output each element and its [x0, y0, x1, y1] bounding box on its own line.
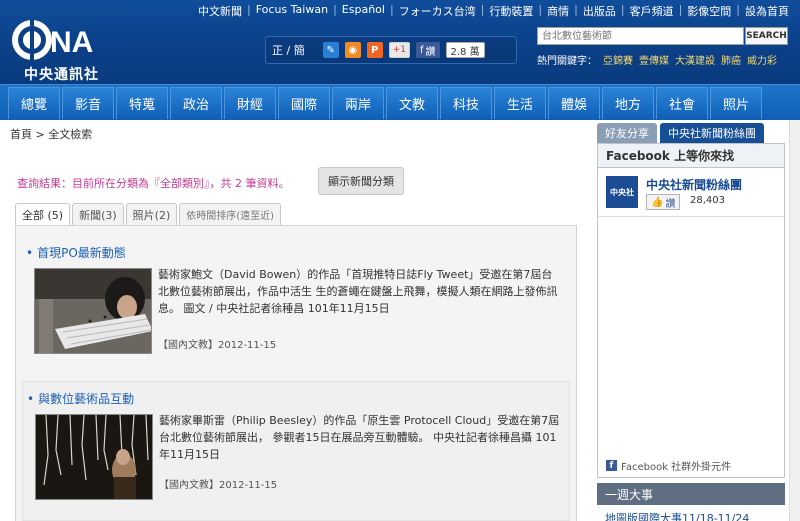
main-nav: 總覽 影音 特蒐 政治 財經 國際 兩岸 文教 科技 生活 體娛 地方 社會 照…: [0, 84, 800, 120]
tab-news[interactable]: 新聞(3): [72, 203, 124, 225]
result-item: • 首現PO最新動態 藝術家鮑文（David Bowen）的作品「首現推特日誌Fl…: [22, 236, 570, 371]
nav-item-local[interactable]: 地方: [602, 87, 654, 119]
tab-friend-share[interactable]: 好友分享: [597, 123, 657, 143]
query-result-text: 查詢結果：目前所在分類為『全部類別』，共 2 筆資料。: [17, 177, 290, 190]
hot-keywords: 熱門關鍵字： 亞錦賽 壹傳媒 大漢建設 肺癌 威力彩: [537, 52, 777, 67]
fb-panel-header: Facebook 上等你來找: [598, 144, 784, 168]
search-input[interactable]: [537, 27, 744, 45]
nav-item-international[interactable]: 國際: [278, 87, 330, 119]
site-header: NA 中央通訊社 中文新聞 | Focus Taiwan | Español | フォ…: [0, 0, 800, 84]
top-link-homepage[interactable]: 設為首頁: [740, 3, 794, 19]
logo-text: 中央通訊社: [24, 67, 99, 83]
svg-text:NA: NA: [50, 26, 93, 59]
fb-plugin-label: Facebook 社群外掛元件: [621, 462, 732, 473]
result-thumbnail[interactable]: [34, 268, 152, 354]
top-link-japanese[interactable]: フォーカス台湾: [394, 3, 481, 19]
top-link-zh[interactable]: 中文新聞: [193, 3, 247, 19]
hot-keyword[interactable]: 肺癌: [721, 52, 741, 67]
show-category-button[interactable]: 顯示新聞分類: [318, 167, 404, 195]
top-link-publications[interactable]: 出版品: [578, 3, 621, 19]
result-description: 藝術家畢斯雷（Philip Beesley）的作品「原生雲 Protocell …: [159, 414, 560, 461]
result-title-link[interactable]: • 與數位藝術品互動: [27, 390, 134, 407]
tab-sort-by-time[interactable]: 依時間排序(遠至近): [179, 203, 282, 225]
nav-item-culture[interactable]: 文教: [386, 87, 438, 119]
result-item: • 與數位藝術品互動 藝術家畢斯雷（Philip Beesley）的作品「原生雲 …: [22, 381, 570, 521]
facebook-icon: f: [606, 460, 617, 471]
hot-keyword[interactable]: 亞錦賽: [603, 52, 633, 67]
trad-simp-toggle[interactable]: 正 / 簡: [272, 42, 305, 58]
rss-icon[interactable]: ◉: [344, 42, 361, 58]
top-link-business[interactable]: 商情: [542, 3, 574, 19]
nav-item-photos[interactable]: 照片: [710, 87, 762, 119]
tab-photos[interactable]: 照片(2): [125, 203, 178, 225]
top-link-focus-taiwan[interactable]: Focus Taiwan: [251, 3, 333, 19]
cna-logo[interactable]: NA 中央通訊社: [10, 18, 105, 83]
fb-page-card: 中央社 中央社新聞粉絲團 👍 讚 28,403: [606, 176, 778, 220]
fb-page-like-count: 28,403: [690, 195, 725, 206]
fb-like-icon: f: [419, 44, 424, 56]
nav-item-society[interactable]: 社會: [656, 87, 708, 119]
nav-item-special[interactable]: 特蒐: [116, 87, 168, 119]
plurk-icon[interactable]: P: [366, 42, 383, 58]
hot-keyword[interactable]: 大漢建設: [675, 52, 715, 67]
divider: [598, 216, 784, 217]
cna-logo-icon: NA: [12, 20, 93, 60]
facebook-panel: Facebook 上等你來找 中央社 中央社新聞粉絲團 👍 讚 28,403 fF…: [597, 143, 785, 478]
nav-item-video[interactable]: 影音: [62, 87, 114, 119]
search-button[interactable]: SEARCH: [745, 27, 788, 45]
fb-page-like-button[interactable]: 👍 讚: [646, 194, 681, 210]
nav-item-finance[interactable]: 財經: [224, 87, 276, 119]
fb-page-like-label: 讚: [665, 198, 676, 210]
results-panel: • 首現PO最新動態 藝術家鮑文（David Bowen）的作品「首現推特日誌Fl…: [15, 225, 577, 521]
result-meta: 【國內文教】2012-11-15: [158, 340, 277, 351]
fb-like-label: 讚: [425, 46, 436, 58]
nav-item-technology[interactable]: 科技: [440, 87, 492, 119]
week-news-header: 一週大事: [597, 483, 785, 505]
hot-keyword[interactable]: 壹傳媒: [639, 52, 669, 67]
fb-like-button[interactable]: f讚: [415, 42, 440, 58]
top-links: 中文新聞 | Focus Taiwan | Español | フォーカス台湾 | 行動…: [193, 3, 794, 19]
bullet-icon: •: [26, 246, 34, 260]
header-toolbar: 正 / 簡 ✎ ◉ P +1 f讚 2.8 萬: [265, 36, 517, 64]
nav-item-cross-strait[interactable]: 兩岸: [332, 87, 384, 119]
tools-icon[interactable]: ✎: [322, 42, 339, 58]
top-link-images[interactable]: 影像空間: [682, 3, 736, 19]
bullet-icon: •: [27, 392, 35, 406]
thumbs-up-icon: 👍: [651, 196, 664, 208]
tab-fan-page[interactable]: 中央社新聞粉絲團: [660, 123, 764, 143]
sidebar-tabs: 好友分享 中央社新聞粉絲團: [597, 123, 764, 143]
hot-keywords-label: 熱門關鍵字：: [537, 56, 597, 67]
top-link-mobile[interactable]: 行動裝置: [484, 3, 538, 19]
top-link-clients[interactable]: 客戶頻道: [625, 3, 679, 19]
top-link-espanol[interactable]: Español: [337, 3, 390, 19]
gplus-button[interactable]: +1: [388, 42, 410, 58]
fly-keyboard-photo: [35, 269, 151, 353]
nav-item-life[interactable]: 生活: [494, 87, 546, 119]
nav-item-politics[interactable]: 政治: [170, 87, 222, 119]
week-news-item[interactable]: 地圖版國際大事11/18-11/24: [605, 510, 749, 521]
page-scrollbar[interactable]: [789, 120, 800, 521]
result-description: 藝術家鮑文（David Bowen）的作品「首現推特日誌Fly Tweet」受邀…: [158, 268, 558, 315]
protocell-cloud-photo: [36, 415, 152, 499]
fb-plugin-link[interactable]: f Facebook 社群外掛元件: [606, 458, 731, 473]
tab-all[interactable]: 全部 (5): [15, 203, 71, 225]
hot-keyword[interactable]: 威力彩: [747, 52, 777, 67]
fb-page-name[interactable]: 中央社新聞粉絲團: [646, 176, 742, 193]
nav-item-overview[interactable]: 總覽: [8, 87, 60, 119]
nav-item-sports-ent[interactable]: 體娛: [548, 87, 600, 119]
fb-like-count: 2.8 萬: [445, 42, 485, 58]
fb-page-logo[interactable]: 中央社: [606, 176, 638, 208]
result-meta: 【國內文教】2012-11-15: [159, 480, 278, 491]
breadcrumb: 首頁 > 全文檢索: [10, 128, 93, 141]
result-title-link[interactable]: • 首現PO最新動態: [26, 244, 126, 261]
result-thumbnail[interactable]: [35, 414, 153, 500]
result-tabs: 全部 (5) 新聞(3) 照片(2) 依時間排序(遠至近): [15, 203, 282, 225]
